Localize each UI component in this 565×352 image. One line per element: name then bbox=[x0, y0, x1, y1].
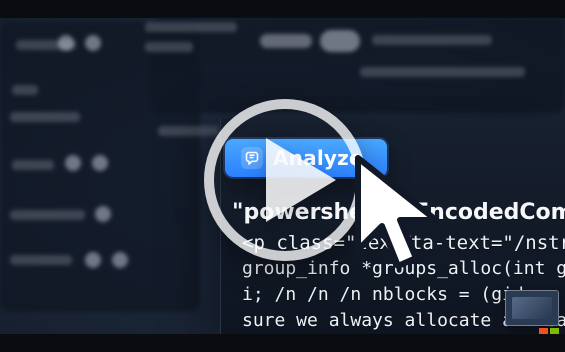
bg-line bbox=[145, 22, 237, 32]
bottom-letterbox bbox=[0, 334, 565, 352]
bg-line bbox=[158, 126, 220, 136]
bg-line bbox=[10, 210, 85, 220]
bg-line bbox=[12, 85, 38, 95]
bg-top-panel bbox=[150, 18, 565, 113]
bg-line bbox=[10, 112, 80, 122]
bg-dot bbox=[95, 206, 111, 222]
bg-dot bbox=[65, 155, 81, 171]
bg-line bbox=[10, 255, 72, 265]
bg-line bbox=[12, 160, 54, 170]
bg-line bbox=[372, 35, 492, 45]
video-thumbnail[interactable] bbox=[505, 290, 559, 326]
video-frame[interactable]: Analyze "powershell.e -EncodedComma <p c… bbox=[0, 0, 565, 352]
bg-dot bbox=[85, 252, 101, 268]
bg-line bbox=[145, 42, 193, 52]
bg-pill bbox=[260, 34, 312, 48]
code-line-6: i; /n /n /n nblocks = (gids bbox=[242, 284, 535, 305]
bg-dot bbox=[92, 155, 108, 171]
bg-toggle bbox=[320, 30, 360, 52]
bg-dot bbox=[112, 252, 128, 268]
bg-dot bbox=[58, 35, 74, 51]
cursor-arrow-icon bbox=[355, 155, 439, 269]
bg-line bbox=[360, 67, 525, 77]
play-icon bbox=[266, 138, 336, 222]
bg-dot bbox=[85, 35, 101, 51]
